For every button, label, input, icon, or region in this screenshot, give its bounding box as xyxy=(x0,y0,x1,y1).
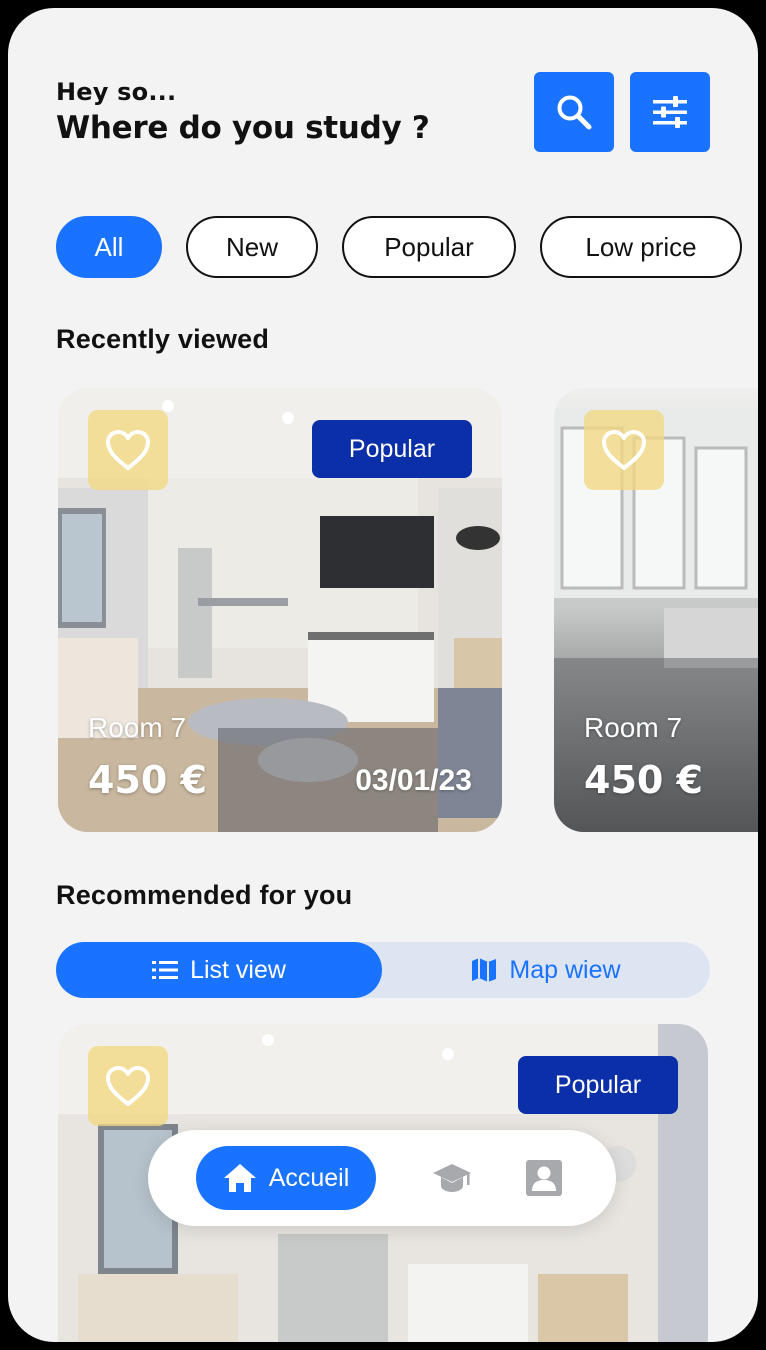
filter-button[interactable] xyxy=(630,72,710,152)
search-icon xyxy=(557,95,592,130)
bottom-nav: Accueil xyxy=(148,1130,616,1226)
list-view-label: List view xyxy=(190,955,286,984)
page-title: Where do you study ? xyxy=(56,110,430,146)
room-date: 03/01/23 xyxy=(355,764,472,797)
heart-icon xyxy=(602,430,646,470)
nav-home-button[interactable]: Accueil xyxy=(196,1146,376,1210)
recently-viewed-title: Recently viewed xyxy=(56,324,270,354)
favorite-button[interactable] xyxy=(88,1046,168,1126)
map-view-button[interactable]: Map wiew xyxy=(382,942,710,998)
profile-icon xyxy=(526,1160,562,1196)
graduation-cap-icon xyxy=(433,1164,471,1192)
home-icon xyxy=(223,1164,256,1192)
chip-new[interactable]: New xyxy=(186,216,318,278)
list-view-button[interactable]: List view xyxy=(56,942,382,998)
recommended-title: Recommended for you xyxy=(56,880,353,910)
heart-icon xyxy=(106,430,150,470)
room-card[interactable]: Room 7 450 € xyxy=(554,388,758,832)
favorite-button[interactable] xyxy=(88,410,168,490)
greeting-text: Hey so... xyxy=(56,78,177,106)
map-icon xyxy=(472,958,497,982)
filter-sliders-icon xyxy=(653,96,687,128)
favorite-button[interactable] xyxy=(584,410,664,490)
chip-all[interactable]: All xyxy=(56,216,162,278)
list-icon xyxy=(152,961,179,979)
room-card[interactable]: Popular Room 7 450 € 03/01/23 xyxy=(58,388,502,832)
room-price: 450 € xyxy=(584,758,703,802)
chip-low-price[interactable]: Low price xyxy=(540,216,742,278)
room-name: Room 7 xyxy=(88,712,187,743)
popular-badge: Popular xyxy=(518,1056,678,1114)
greeting-block: Hey so... Where do you study ? xyxy=(56,78,430,146)
popular-badge: Popular xyxy=(312,420,472,478)
nav-home-label: Accueil xyxy=(268,1163,350,1192)
nav-profile-button[interactable] xyxy=(524,1158,564,1198)
search-button[interactable] xyxy=(534,72,614,152)
map-view-label: Map wiew xyxy=(509,955,621,984)
app-screen: Hey so... Where do you study ? All New P… xyxy=(8,8,758,1342)
heart-icon xyxy=(106,1066,150,1106)
nav-study-button[interactable] xyxy=(432,1158,472,1198)
room-price: 450 € xyxy=(88,758,207,802)
chip-popular[interactable]: Popular xyxy=(342,216,516,278)
view-toggle: List view Map wiew xyxy=(56,942,710,998)
room-name: Room 7 xyxy=(584,712,683,743)
